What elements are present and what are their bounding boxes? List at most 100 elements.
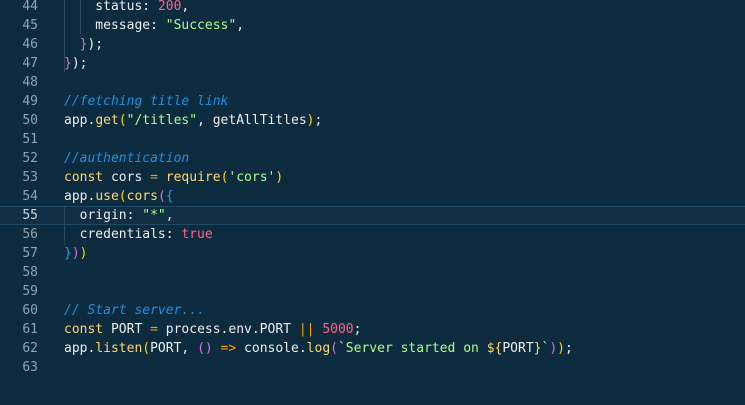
code-token: ) bbox=[549, 341, 558, 356]
line-number: 57 bbox=[22, 246, 38, 261]
code-line[interactable]: 47}); bbox=[0, 54, 745, 73]
code-editor[interactable]: 44 status: 200, 45 message: "Success", 46 … bbox=[0, 0, 745, 405]
code-line[interactable]: 61 const PORT = process.env.PORT || 5000; bbox=[0, 320, 745, 339]
code-token: ); bbox=[71, 56, 88, 71]
code-token: ( bbox=[157, 189, 166, 204]
code-line[interactable]: 50 app.get("/titles", getAllTitles); bbox=[0, 111, 745, 130]
code-token: ( bbox=[142, 341, 151, 356]
indent-guide bbox=[80, 0, 81, 34]
line-number: 48 bbox=[22, 75, 38, 90]
line-number: 54 bbox=[22, 189, 38, 204]
code-token: // Start server... bbox=[64, 303, 205, 318]
code-token: ( bbox=[118, 189, 127, 204]
code-token: , bbox=[236, 18, 245, 33]
line-number: 55 bbox=[22, 208, 38, 223]
code-token: = bbox=[150, 322, 158, 337]
code-token: //fetching title link bbox=[64, 94, 229, 109]
code-line[interactable]: 52 //authentication bbox=[0, 149, 745, 168]
line-number: 46 bbox=[22, 37, 38, 52]
code-line[interactable]: 44 status: 200, bbox=[0, 0, 745, 16]
code-token: credentials: bbox=[64, 227, 182, 242]
code-line[interactable]: 53 const cors = require('cors') bbox=[0, 168, 745, 187]
line-code: status: 200, bbox=[64, 0, 189, 16]
code-token: cors bbox=[103, 170, 151, 185]
code-token: app. bbox=[64, 341, 96, 356]
code-token: "Success" bbox=[165, 18, 237, 33]
line-code: const cors = require('cors') bbox=[64, 168, 283, 187]
code-line[interactable]: 56 credentials: true bbox=[0, 225, 745, 244]
code-line[interactable]: 57})) bbox=[0, 244, 745, 263]
line-code: message: "Success", bbox=[64, 16, 244, 35]
code-token: , bbox=[165, 208, 174, 223]
code-token: ( bbox=[118, 113, 127, 128]
code-token: } bbox=[533, 341, 542, 356]
code-token: cors bbox=[126, 189, 158, 204]
code-token: ) bbox=[71, 246, 80, 261]
code-token: ; bbox=[564, 341, 573, 356]
line-code: //authentication bbox=[64, 149, 189, 168]
line-number: 51 bbox=[22, 132, 38, 147]
code-line[interactable]: 55 origin: "*", bbox=[0, 206, 745, 225]
code-token: listen bbox=[95, 341, 143, 356]
line-number: 53 bbox=[22, 170, 38, 185]
code-token: } bbox=[64, 246, 72, 261]
code-token: "/titles" bbox=[126, 113, 198, 128]
code-token: PORT bbox=[502, 341, 534, 356]
code-line[interactable]: 45 message: "Success", bbox=[0, 16, 745, 35]
code-token: app. bbox=[64, 113, 96, 128]
line-number: 62 bbox=[22, 341, 38, 356]
line-number: 60 bbox=[22, 303, 38, 318]
code-line[interactable]: 62 app.listen(PORT, () => console.log(`Se… bbox=[0, 339, 745, 358]
code-token: process.env.PORT bbox=[157, 322, 299, 337]
code-token: require bbox=[165, 170, 221, 185]
line-code: credentials: true bbox=[64, 225, 213, 244]
code-token: 'cors' bbox=[228, 170, 276, 185]
code-token: () bbox=[197, 341, 213, 356]
line-number: 49 bbox=[22, 94, 38, 109]
line-code: }); bbox=[64, 35, 103, 54]
code-line[interactable]: 48 bbox=[0, 73, 745, 92]
code-line[interactable]: 63 bbox=[0, 358, 745, 377]
code-token: //authentication bbox=[64, 151, 190, 166]
code-token: ${ bbox=[486, 341, 503, 356]
line-number: 50 bbox=[22, 113, 38, 128]
code-token: || bbox=[298, 322, 315, 337]
line-code: app.get("/titles", getAllTitles); bbox=[64, 111, 322, 130]
line-number: 61 bbox=[22, 322, 38, 337]
line-code: }); bbox=[64, 54, 87, 73]
line-number: 63 bbox=[22, 360, 38, 375]
line-number: 47 bbox=[22, 56, 38, 71]
code-token: ( bbox=[330, 341, 338, 356]
indent-guide bbox=[64, 0, 65, 72]
code-token: 5000 bbox=[322, 322, 354, 337]
line-number: 44 bbox=[22, 0, 38, 14]
line-code: app.listen(PORT, () => console.log(`Serv… bbox=[64, 339, 573, 358]
code-token: console. bbox=[236, 341, 307, 356]
line-number: 59 bbox=[22, 284, 38, 299]
code-line[interactable]: 59 bbox=[0, 282, 745, 301]
code-line[interactable]: 54 app.use(cors({ bbox=[0, 187, 745, 206]
code-token: true bbox=[181, 227, 213, 242]
code-line[interactable]: 46 }); bbox=[0, 35, 745, 54]
code-token: ; bbox=[353, 322, 362, 337]
line-code: const PORT = process.env.PORT || 5000; bbox=[64, 320, 361, 339]
code-token: use bbox=[95, 189, 119, 204]
code-token: PORT bbox=[103, 322, 151, 337]
code-token: `Server started on bbox=[337, 341, 487, 356]
code-token: PORT, bbox=[150, 341, 198, 356]
code-line[interactable]: 58 bbox=[0, 263, 745, 282]
code-token: 200 bbox=[157, 0, 182, 14]
indent-guide bbox=[64, 206, 65, 244]
line-code: origin: "*", bbox=[64, 206, 174, 225]
code-line[interactable]: 51 bbox=[0, 130, 745, 149]
code-token: log bbox=[306, 341, 331, 356]
code-token: const bbox=[64, 170, 104, 185]
code-line[interactable]: 60 // Start server... bbox=[0, 301, 745, 320]
code-token: { bbox=[165, 189, 174, 204]
code-token: => bbox=[220, 341, 237, 356]
code-token: get bbox=[95, 113, 119, 128]
code-token: ; bbox=[314, 113, 323, 128]
code-line[interactable]: 49 //fetching title link bbox=[0, 92, 745, 111]
